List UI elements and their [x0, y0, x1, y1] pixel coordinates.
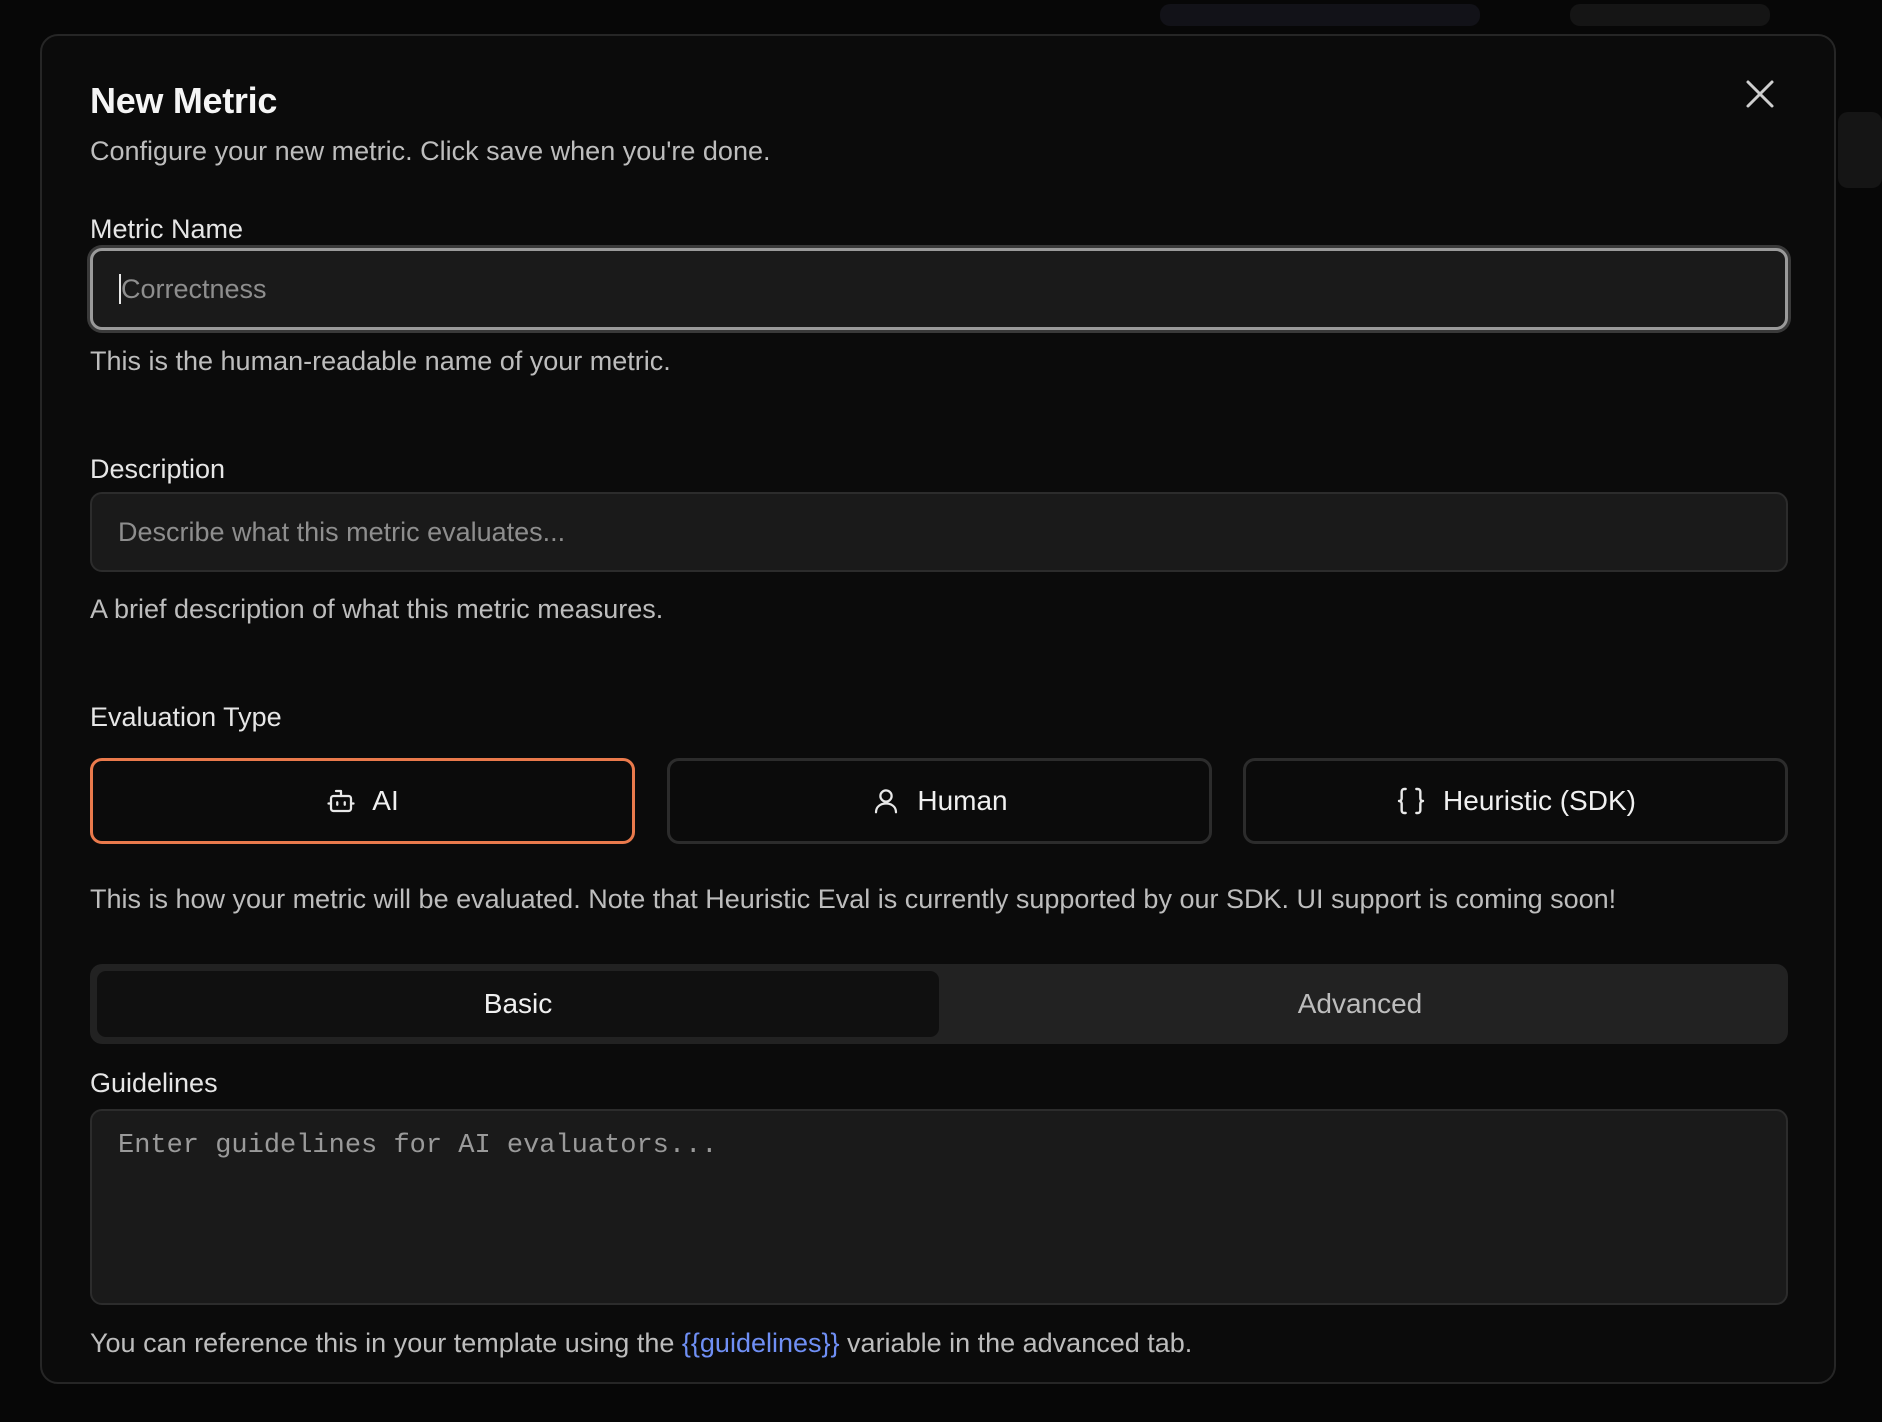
description-placeholder: Describe what this metric evaluates... — [118, 516, 566, 547]
braces-icon — [1395, 785, 1427, 817]
evaluation-type-heuristic-button[interactable]: Heuristic (SDK) — [1243, 758, 1788, 844]
tab-basic[interactable]: Basic — [97, 971, 939, 1037]
description-input[interactable]: Describe what this metric evaluates... — [90, 492, 1788, 572]
metric-name-placeholder: Correctness — [121, 273, 267, 304]
close-button[interactable] — [1740, 74, 1780, 114]
guidelines-label: Guidelines — [90, 1068, 218, 1098]
dialog-subtitle: Configure your new metric. Click save wh… — [90, 136, 771, 166]
background-bar — [1570, 4, 1770, 26]
description-helper: A brief description of what this metric … — [90, 594, 664, 624]
metric-name-input[interactable]: Correctness — [90, 248, 1788, 330]
evaluation-type-ai-label: AI — [372, 785, 399, 816]
evaluation-type-human-label: Human — [917, 785, 1008, 816]
evaluation-type-helper: This is how your metric will be evaluate… — [90, 884, 1617, 914]
guidelines-placeholder: Enter guidelines for AI evaluators... — [118, 1131, 718, 1161]
metric-name-helper: This is the human-readable name of your … — [90, 346, 671, 376]
new-metric-dialog: New Metric Configure your new metric. Cl… — [40, 34, 1836, 1384]
guidelines-helper-suffix: variable in the advanced tab. — [839, 1328, 1193, 1358]
mode-tabs: Basic Advanced — [90, 964, 1788, 1044]
evaluation-type-ai-button[interactable]: AI — [90, 758, 635, 844]
tab-advanced[interactable]: Advanced — [939, 971, 1781, 1037]
x-icon — [1746, 80, 1774, 108]
guidelines-textarea[interactable]: Enter guidelines for AI evaluators... — [90, 1109, 1788, 1305]
description-label: Description — [90, 454, 226, 484]
user-icon — [871, 786, 901, 816]
guidelines-variable: {{guidelines}} — [681, 1328, 840, 1358]
metric-name-label: Metric Name — [90, 214, 244, 244]
dialog-title: New Metric — [90, 80, 278, 121]
guidelines-helper: You can reference this in your template … — [90, 1328, 1192, 1359]
bot-icon — [326, 786, 356, 816]
evaluation-type-label: Evaluation Type — [90, 702, 282, 732]
evaluation-type-heuristic-label: Heuristic (SDK) — [1443, 785, 1636, 816]
evaluation-type-human-button[interactable]: Human — [667, 758, 1212, 844]
guidelines-helper-prefix: You can reference this in your template … — [90, 1328, 682, 1358]
background-panel — [1838, 112, 1882, 188]
background-bar — [1160, 4, 1480, 26]
